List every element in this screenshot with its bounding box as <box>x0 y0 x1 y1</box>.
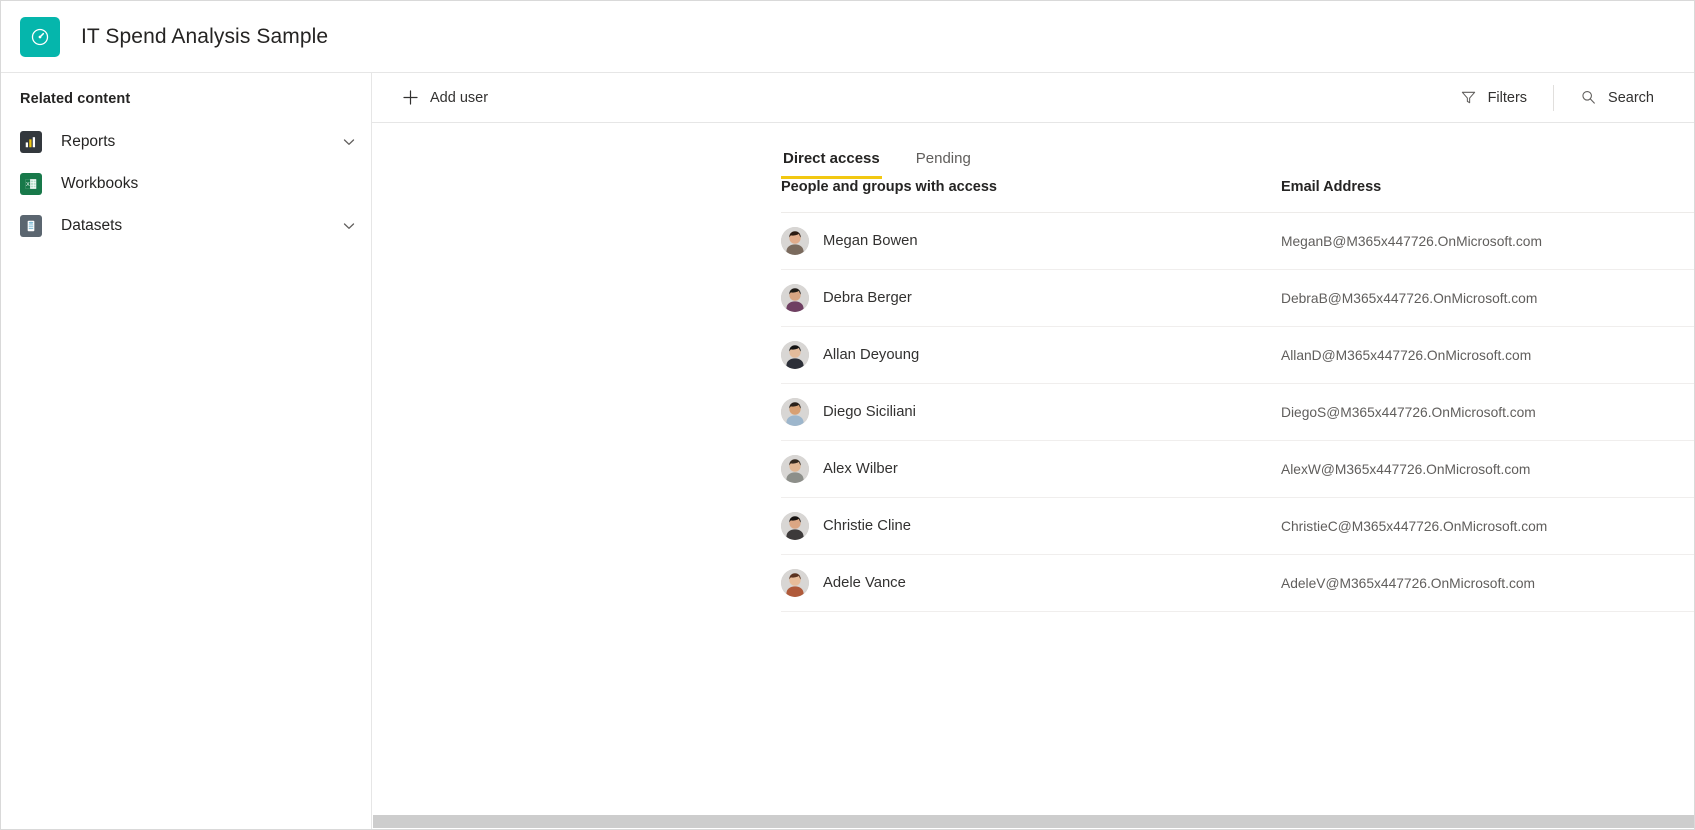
person: Adele Vance <box>781 569 1281 597</box>
gauge-icon <box>20 16 60 57</box>
page-title: IT Spend Analysis Sample <box>81 24 329 48</box>
access-table-container: People and groups with access Email Addr… <box>372 179 1694 814</box>
cell-email: AdeleV@M365x447726.OnMicrosoft.com <box>1281 554 1694 612</box>
person: Diego Siciliani <box>781 398 1281 426</box>
table-row[interactable]: Diego Siciliani DiegoS@M365x447726.OnMicr… <box>781 383 1694 441</box>
tab-direct-access[interactable]: Direct access <box>781 150 882 179</box>
command-bar-right: Filters Search <box>1450 73 1694 123</box>
sidebar-item-label: Reports <box>61 133 116 150</box>
horizontal-scrollbar[interactable] <box>372 814 1694 829</box>
sidebar-heading: Related content <box>20 91 131 107</box>
cell-email: DiegoS@M365x447726.OnMicrosoft.com <box>1281 383 1694 441</box>
divider <box>1553 84 1555 111</box>
person: Christie Cline <box>781 512 1281 540</box>
sidebar-item-workbooks[interactable]: X Workbooks <box>1 163 371 205</box>
person: Alex Wilber <box>781 455 1281 483</box>
person-name: Alex Wilber <box>823 461 898 477</box>
add-user-button[interactable]: Add user <box>392 81 498 115</box>
access-table: People and groups with access Email Addr… <box>781 179 1694 612</box>
sidebar-item-label: Workbooks <box>61 175 139 192</box>
table-header-row: People and groups with access Email Addr… <box>781 179 1694 213</box>
cell-person: Debra Berger <box>781 269 1281 327</box>
avatar <box>781 512 809 540</box>
column-header-people: People and groups with access <box>781 179 1281 213</box>
search-button[interactable]: Search <box>1570 81 1664 115</box>
person-name: Diego Siciliani <box>823 404 916 420</box>
cell-email: ChristieC@M365x447726.OnMicrosoft.com <box>1281 497 1694 555</box>
avatar <box>781 227 809 255</box>
person-name: Adele Vance <box>823 575 906 591</box>
person: Debra Berger <box>781 284 1281 312</box>
cell-person: Alex Wilber <box>781 440 1281 498</box>
app-window: IT Spend Analysis Sample Related content… <box>0 0 1695 830</box>
cell-person: Diego Siciliani <box>781 383 1281 441</box>
person: Allan Deyoung <box>781 341 1281 369</box>
avatar <box>781 398 809 426</box>
table-body: Megan Bowen MeganB@M365x447726.OnMicrosof… <box>781 212 1694 612</box>
column-header-email: Email Address <box>1281 179 1694 213</box>
avatar <box>781 455 809 483</box>
search-icon <box>1580 89 1597 106</box>
title-bar: IT Spend Analysis Sample <box>1 1 1694 73</box>
person-name: Megan Bowen <box>823 233 918 249</box>
cell-person: Megan Bowen <box>781 212 1281 270</box>
person: Megan Bowen <box>781 227 1281 255</box>
cell-person: Christie Cline <box>781 497 1281 555</box>
scrollbar-thumb[interactable] <box>373 815 1694 828</box>
avatar <box>781 284 809 312</box>
sidebar-item-datasets[interactable]: Datasets <box>1 205 371 247</box>
table-row[interactable]: Debra Berger DebraB@M365x447726.OnMicroso… <box>781 269 1694 327</box>
cell-email: AllanD@M365x447726.OnMicrosoft.com <box>1281 326 1694 384</box>
person-name: Debra Berger <box>823 290 912 306</box>
cell-person: Adele Vance <box>781 554 1281 612</box>
add-user-label: Add user <box>430 89 489 106</box>
cell-person: Allan Deyoung <box>781 326 1281 384</box>
excel-grid-icon: X <box>20 173 42 195</box>
table-row[interactable]: Adele Vance AdeleV@M365x447726.OnMicrosof… <box>781 554 1694 612</box>
table-row[interactable]: Megan Bowen MeganB@M365x447726.OnMicrosof… <box>781 212 1694 270</box>
cell-email: MeganB@M365x447726.OnMicrosoft.com <box>1281 212 1694 270</box>
tab-pending[interactable]: Pending <box>914 150 973 179</box>
sidebar-item-label: Datasets <box>61 217 123 234</box>
bar-chart-icon <box>20 131 42 153</box>
body: Related content Reports X Workbooks Data… <box>1 73 1694 829</box>
tab-bar: Direct access Pending <box>372 131 1694 179</box>
chevron-down-icon[interactable] <box>341 218 357 234</box>
search-label: Search <box>1608 89 1654 106</box>
avatar <box>781 569 809 597</box>
chevron-down-icon[interactable] <box>341 134 357 150</box>
sidebar: Related content Reports X Workbooks Data… <box>1 73 372 829</box>
table-row[interactable]: Alex Wilber AlexW@M365x447726.OnMicrosoft… <box>781 440 1694 498</box>
svg-text:X: X <box>26 182 30 188</box>
table-row[interactable]: Allan Deyoung AllanD@M365x447726.OnMicros… <box>781 326 1694 384</box>
table-row[interactable]: Christie Cline ChristieC@M365x447726.OnMi… <box>781 497 1694 555</box>
database-icon <box>20 215 42 237</box>
filters-label: Filters <box>1487 89 1528 106</box>
sidebar-item-reports[interactable]: Reports <box>1 121 371 163</box>
avatar <box>781 341 809 369</box>
funnel-icon <box>1460 89 1477 106</box>
command-bar: Add user Filters Search <box>372 73 1694 123</box>
cell-email: AlexW@M365x447726.OnMicrosoft.com <box>1281 440 1694 498</box>
cell-email: DebraB@M365x447726.OnMicrosoft.com <box>1281 269 1694 327</box>
person-name: Allan Deyoung <box>823 347 920 363</box>
plus-icon <box>402 89 419 106</box>
filters-button[interactable]: Filters <box>1450 81 1537 115</box>
main-pane: Add user Filters Search Direct access Pe… <box>372 73 1694 829</box>
person-name: Christie Cline <box>823 518 911 534</box>
